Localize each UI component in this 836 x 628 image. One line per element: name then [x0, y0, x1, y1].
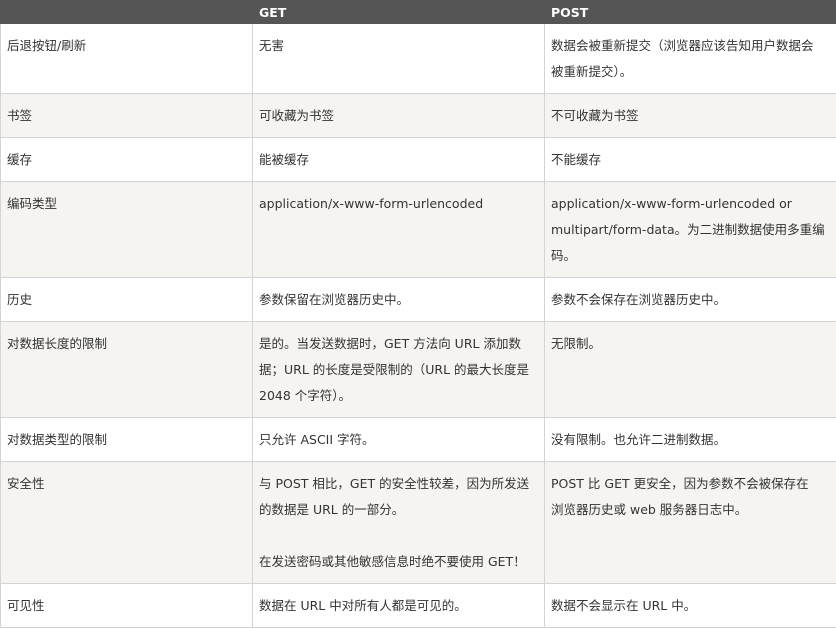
get-value-cell: 只允许 ASCII 字符。 [253, 418, 545, 462]
row-label: 缓存 [7, 147, 246, 173]
header-row: GET POST [1, 1, 836, 24]
table-row: 历史参数保留在浏览器历史中。参数不会保存在浏览器历史中。 [1, 278, 836, 322]
get-value-cell: 与 POST 相比，GET 的安全性较差，因为所发送的数据是 URL 的一部分。… [253, 462, 545, 584]
row-label: 对数据类型的限制 [7, 427, 246, 453]
get-value-line: 可收藏为书签 [259, 103, 538, 129]
table-row: 缓存能被缓存不能缓存 [1, 138, 836, 182]
get-value-line: 在发送密码或其他敏感信息时绝不要使用 GET！ [259, 549, 538, 575]
post-value-line: application/x-www-form-urlencoded or [551, 191, 830, 217]
post-value-cell: 没有限制。也允许二进制数据。 [545, 418, 836, 462]
table-row: 书签可收藏为书签不可收藏为书签 [1, 94, 836, 138]
table-row: 对数据长度的限制是的。当发送数据时，GET 方法向 URL 添加数据；URL 的… [1, 322, 836, 418]
header-cell-post: POST [545, 1, 836, 24]
post-value-cell: 不可收藏为书签 [545, 94, 836, 138]
post-value-line: 数据不会显示在 URL 中。 [551, 593, 830, 619]
row-label-cell: 编码类型 [1, 182, 253, 278]
post-value-cell: 不能缓存 [545, 138, 836, 182]
row-label: 安全性 [7, 471, 246, 497]
post-value-cell: 无限制。 [545, 322, 836, 418]
table-header: GET POST [1, 1, 836, 24]
row-label: 编码类型 [7, 191, 246, 217]
get-value-cell: 无害 [253, 24, 545, 94]
post-value-line: 数据会被重新提交（浏览器应该告知用户数据会 [551, 33, 830, 59]
post-value-line: 没有限制。也允许二进制数据。 [551, 427, 830, 453]
get-value-line: 与 POST 相比，GET 的安全性较差，因为所发送 [259, 471, 538, 497]
get-value-line: 数据在 URL 中对所有人都是可见的。 [259, 593, 538, 619]
table-row: 后退按钮/刷新无害数据会被重新提交（浏览器应该告知用户数据会被重新提交）。 [1, 24, 836, 94]
get-value-line: 是的。当发送数据时，GET 方法向 URL 添加数 [259, 331, 538, 357]
header-cell-empty [1, 1, 253, 24]
get-value-line: 参数保留在浏览器历史中。 [259, 287, 538, 313]
get-value-line: 2048 个字符）。 [259, 383, 538, 409]
post-value-line: 无限制。 [551, 331, 830, 357]
get-value-line: 只允许 ASCII 字符。 [259, 427, 538, 453]
row-label: 可见性 [7, 593, 246, 619]
get-value-line: 无害 [259, 33, 538, 59]
get-value-line: 的数据是 URL 的一部分。 [259, 497, 538, 523]
table-row: 编码类型 application/x-www-form-urlencoded app… [1, 182, 836, 278]
table-row: 可见性数据在 URL 中对所有人都是可见的。数据不会显示在 URL 中。 [1, 584, 836, 628]
post-value-line: 码。 [551, 243, 830, 269]
get-value-line: 能被缓存 [259, 147, 538, 173]
row-label-cell: 历史 [1, 278, 253, 322]
get-value-cell: 参数保留在浏览器历史中。 [253, 278, 545, 322]
get-value-cell: 数据在 URL 中对所有人都是可见的。 [253, 584, 545, 628]
get-value-cell: 能被缓存 [253, 138, 545, 182]
get-value-line: 据；URL 的长度是受限制的（URL 的最大长度是 [259, 357, 538, 383]
post-value-line: POST 比 GET 更安全，因为参数不会被保存在 [551, 471, 830, 497]
row-label-cell: 后退按钮/刷新 [1, 24, 253, 94]
table-body: 后退按钮/刷新无害数据会被重新提交（浏览器应该告知用户数据会被重新提交）。书签可… [1, 24, 836, 628]
row-label-cell: 对数据长度的限制 [1, 322, 253, 418]
row-label: 对数据长度的限制 [7, 331, 246, 357]
post-value-cell: 数据不会显示在 URL 中。 [545, 584, 836, 628]
table-row: 安全性与 POST 相比，GET 的安全性较差，因为所发送的数据是 URL 的一… [1, 462, 836, 584]
comparison-table: GET POST 后退按钮/刷新无害数据会被重新提交（浏览器应该告知用户数据会被… [0, 0, 836, 628]
row-label-cell: 对数据类型的限制 [1, 418, 253, 462]
post-value-cell: 参数不会保存在浏览器历史中。 [545, 278, 836, 322]
post-value-line: 参数不会保存在浏览器历史中。 [551, 287, 830, 313]
get-value-line: application/x-www-form-urlencoded [259, 191, 538, 217]
post-value-cell: POST 比 GET 更安全，因为参数不会被保存在浏览器历史或 web 服务器日… [545, 462, 836, 584]
post-value-line: 浏览器历史或 web 服务器日志中。 [551, 497, 830, 523]
row-label-cell: 安全性 [1, 462, 253, 584]
get-value-cell: application/x-www-form-urlencoded [253, 182, 545, 278]
post-value-line: 不可收藏为书签 [551, 103, 830, 129]
post-value-cell: application/x-www-form-urlencoded ormult… [545, 182, 836, 278]
row-label: 历史 [7, 287, 246, 313]
post-value-cell: 数据会被重新提交（浏览器应该告知用户数据会被重新提交）。 [545, 24, 836, 94]
table-row: 对数据类型的限制只允许 ASCII 字符。没有限制。也允许二进制数据。 [1, 418, 836, 462]
header-cell-get: GET [253, 1, 545, 24]
post-value-line: 不能缓存 [551, 147, 830, 173]
row-label-cell: 缓存 [1, 138, 253, 182]
post-value-line: multipart/form-data。为二进制数据使用多重编 [551, 217, 830, 243]
get-value-cell: 可收藏为书签 [253, 94, 545, 138]
get-value-cell: 是的。当发送数据时，GET 方法向 URL 添加数据；URL 的长度是受限制的（… [253, 322, 545, 418]
paragraph-gap [259, 523, 538, 549]
row-label-cell: 可见性 [1, 584, 253, 628]
row-label: 后退按钮/刷新 [7, 33, 246, 59]
post-value-line: 被重新提交）。 [551, 59, 830, 85]
row-label: 书签 [7, 103, 246, 129]
row-label-cell: 书签 [1, 94, 253, 138]
